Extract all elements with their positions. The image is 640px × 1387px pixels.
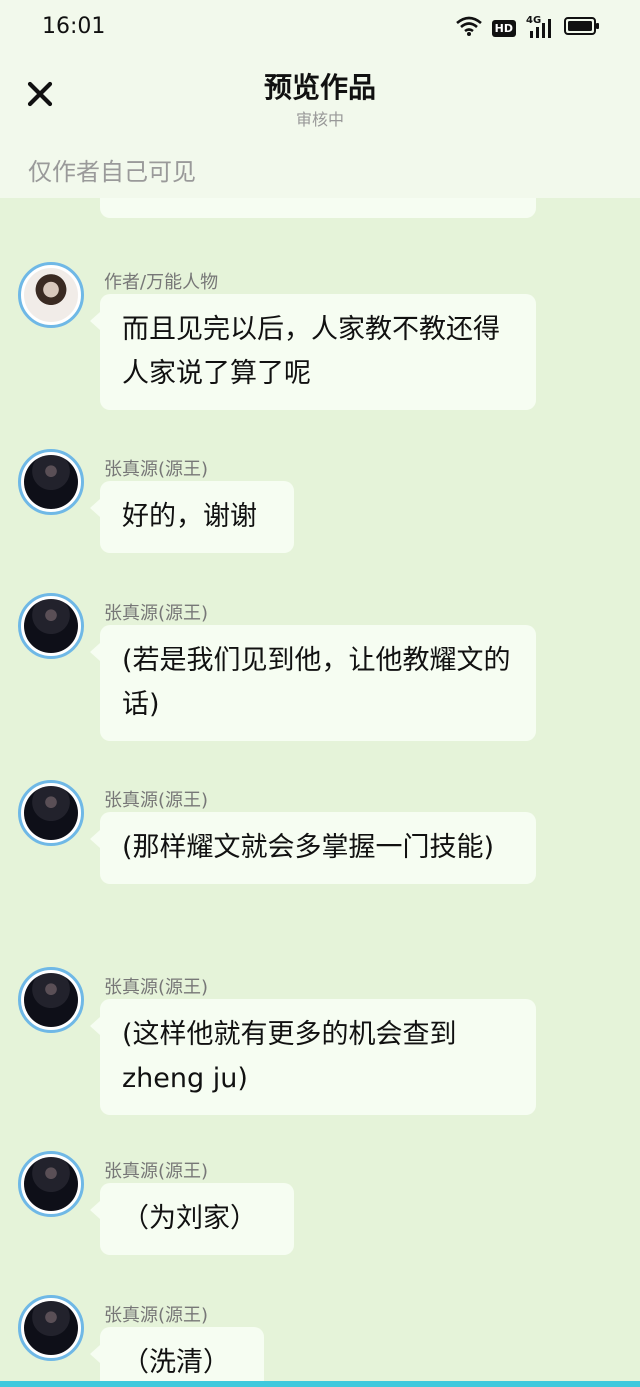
status-icons: HD 4G <box>455 15 600 40</box>
message-bubble: （洗清） <box>90 1327 264 1381</box>
sender-name: 作者/万能人物 <box>104 272 219 293</box>
page-title: 预览作品 <box>263 71 376 104</box>
status-time: 16:01 <box>42 14 106 39</box>
bottom-accent-bar <box>0 1381 640 1387</box>
avatar[interactable] <box>18 449 84 515</box>
avatar[interactable] <box>18 967 84 1033</box>
battery-icon <box>564 16 600 40</box>
hd-badge: HD <box>491 19 516 37</box>
wifi-icon <box>455 16 482 40</box>
avatar[interactable] <box>18 1295 84 1361</box>
message-bubble: 而且见完以后，人家教不教还得人家说了算了呢 <box>90 294 536 410</box>
message-bubble: （为刘家） <box>90 1183 294 1255</box>
avatar[interactable] <box>18 1151 84 1217</box>
signal-icon: 4G <box>526 15 554 39</box>
sender-name: 张真源(源王) <box>104 790 209 811</box>
sender-name: 张真源(源王) <box>104 603 209 624</box>
message-bubble: (那样耀文就会多掌握一门技能) <box>90 812 536 884</box>
sender-name: 张真源(源王) <box>104 1161 209 1182</box>
avatar[interactable] <box>18 593 84 659</box>
visibility-notice: 仅作者自己可见 <box>28 158 196 186</box>
partial-message-bubble <box>100 198 536 218</box>
header: 预览作品 审核中 仅作者自己可见 <box>0 56 640 198</box>
review-status: 审核中 <box>295 110 344 129</box>
avatar[interactable] <box>18 262 84 328</box>
sender-name: 张真源(源王) <box>104 459 209 480</box>
chat-list[interactable]: 作者/万能人物 而且见完以后，人家教不教还得人家说了算了呢 张真源(源王) 好的… <box>0 198 640 1381</box>
message-bubble: (这样他就有更多的机会查到zheng ju) <box>90 999 536 1115</box>
message-bubble: (若是我们见到他，让他教耀文的话) <box>90 625 536 741</box>
sender-name: 张真源(源王) <box>104 977 209 998</box>
avatar[interactable] <box>18 780 84 846</box>
sender-name: 张真源(源王) <box>104 1305 209 1326</box>
message-bubble: 好的，谢谢 <box>90 481 294 553</box>
status-bar: 16:01 HD 4G <box>0 0 640 56</box>
